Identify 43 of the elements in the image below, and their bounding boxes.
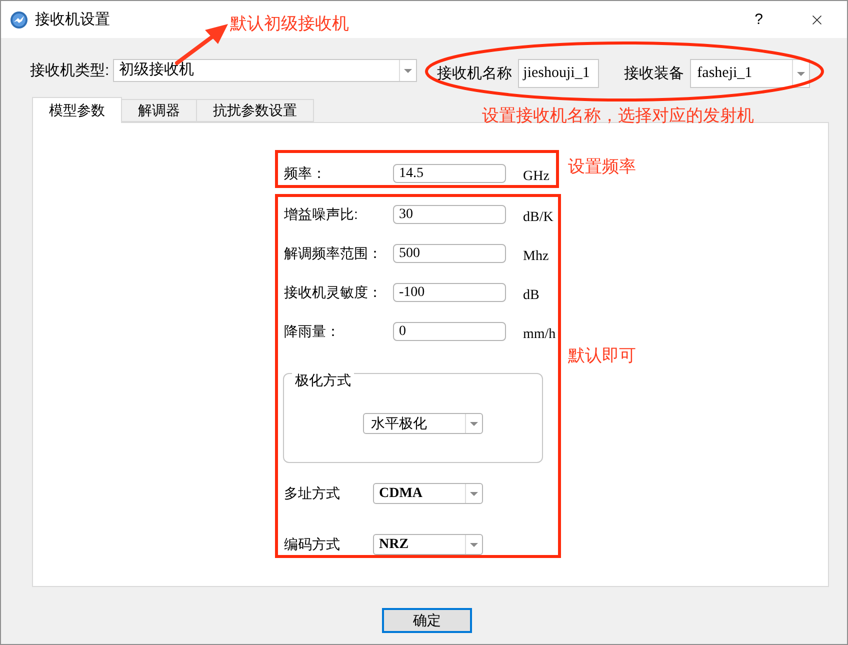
group-title: 极化方式 — [292, 372, 354, 388]
annotation-text: 默认初级接收机 — [230, 13, 349, 35]
window-title: 接收机设置 — [35, 10, 110, 30]
help-button[interactable]: ? — [754, 10, 763, 30]
input-field[interactable]: 14.5 — [393, 164, 506, 183]
unit-label: Mhz — [523, 248, 549, 265]
unit-label: GHz — [523, 168, 550, 185]
input-field[interactable]: 500 — [393, 244, 506, 263]
receiver-type-dropdown[interactable]: 初级接收机 — [113, 59, 418, 82]
tab[interactable]: 模型参数 — [32, 97, 122, 123]
equipment-dropdown[interactable]: fasheji_1 — [690, 59, 810, 88]
annotation-text: 设置接收机名称，选择对应的发射机 — [482, 105, 754, 127]
unit-label: mm/h — [523, 326, 556, 343]
select-dropdown[interactable]: NRZ — [373, 534, 483, 555]
field-label: 接收机灵敏度： — [284, 283, 383, 302]
unit-label: dB/K — [523, 209, 554, 226]
annotation-text: 默认即可 — [568, 345, 636, 367]
app-icon — [10, 10, 28, 28]
field-label: 接收机名称 — [437, 64, 512, 84]
field-label: 增益噪声比: — [284, 205, 359, 224]
field-label: 接收机类型: — [30, 61, 110, 81]
input-field[interactable]: 30 — [393, 205, 506, 224]
field-label: 降雨量： — [284, 322, 341, 341]
caret-icon — [404, 68, 412, 72]
caret-icon — [470, 492, 478, 496]
input-field[interactable]: jieshouji_1 — [518, 59, 600, 88]
ok-button[interactable]: 确定 — [382, 608, 472, 633]
field-label: 接收装备 — [624, 64, 684, 84]
input-field[interactable]: -100 — [393, 283, 506, 302]
tab[interactable]: 抗扰参数设置 — [197, 99, 314, 122]
input-field[interactable]: 0 — [393, 322, 506, 341]
field-label: 多址方式 — [284, 484, 341, 503]
annotation-text: 设置频率 — [568, 156, 636, 178]
caret-icon — [797, 72, 806, 76]
caret-icon — [470, 422, 478, 426]
unit-label: dB — [523, 287, 540, 304]
polarization-dropdown[interactable]: 水平极化 — [363, 413, 483, 434]
caret-icon — [470, 542, 478, 546]
field-label: 频率： — [284, 164, 327, 183]
field-label: 解调频率范围： — [284, 244, 383, 263]
tab[interactable]: 解调器 — [122, 99, 197, 122]
field-label: 编码方式 — [284, 535, 341, 554]
select-dropdown[interactable]: CDMA — [373, 483, 483, 504]
